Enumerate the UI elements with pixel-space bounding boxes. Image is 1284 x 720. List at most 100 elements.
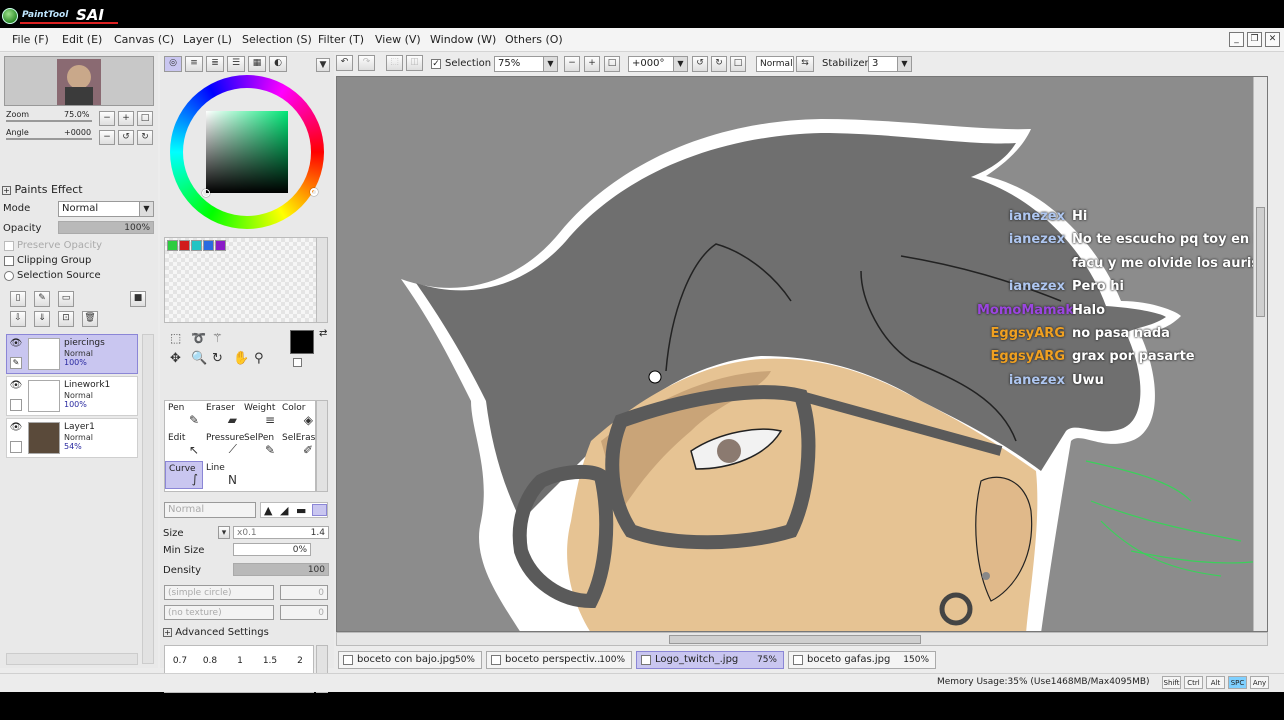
clear-layer-button[interactable]: ⊡ xyxy=(58,311,74,327)
edit-lock-icon[interactable] xyxy=(10,399,22,411)
h-scroll-thumb[interactable] xyxy=(669,635,921,644)
zoom-in-button[interactable]: + xyxy=(584,56,600,72)
eyedropper-icon[interactable]: ⚲ xyxy=(254,351,264,366)
layer-mask-button[interactable]: ■ xyxy=(130,291,146,307)
nav-rotate-right-button[interactable]: ↻ xyxy=(137,130,153,145)
redo-button[interactable]: ↷ xyxy=(358,55,375,71)
menu-window[interactable]: Window (W) xyxy=(430,33,496,46)
tool-weight[interactable]: Weight ≡ xyxy=(241,401,279,429)
saturation-value-square[interactable] xyxy=(206,111,288,193)
color-swatch[interactable] xyxy=(167,240,178,251)
swap-colors-icon[interactable]: ⇄ xyxy=(319,328,327,339)
new-linework-layer-button[interactable]: ✎ xyxy=(34,291,50,307)
restore-button[interactable]: ❐ xyxy=(1247,32,1262,47)
color-swatch[interactable] xyxy=(191,240,202,251)
doc-tab-boceto-gafas[interactable]: boceto gafas.jpg 150% xyxy=(788,651,936,669)
invert-selection-button[interactable]: ◫ xyxy=(406,55,423,71)
layer-row-linework1[interactable]: 👁 Linework1 Normal 100% xyxy=(6,376,138,416)
delete-layer-button[interactable]: 🗑 xyxy=(82,311,98,327)
color-wheel[interactable] xyxy=(170,75,324,229)
selection-checkbox[interactable]: ✓ xyxy=(431,59,441,69)
brush-texture-select[interactable]: (no texture) xyxy=(164,605,274,620)
clipping-group-checkbox[interactable] xyxy=(4,256,14,266)
magic-wand-icon[interactable]: ⚚ xyxy=(212,331,223,345)
rect-select-icon[interactable]: ⬚ xyxy=(170,331,181,345)
transfer-down-button[interactable]: ⇩ xyxy=(10,311,26,327)
tint-slider-tab[interactable]: ☰ xyxy=(227,56,245,72)
brush-shape-selector[interactable]: ▲ ◢ ▬ xyxy=(260,502,328,518)
rotate-ccw-button[interactable]: ↺ xyxy=(692,56,708,72)
brush-texture-amount[interactable]: 0 xyxy=(280,605,328,620)
doc-tab-logo-twitch[interactable]: Logo_twitch_.jpg 75% xyxy=(636,651,784,669)
blend-mode-select[interactable]: Normal ▼ xyxy=(58,201,154,217)
color-swatch[interactable] xyxy=(179,240,190,251)
tool-eraser[interactable]: Eraser ▰ xyxy=(203,401,241,429)
menu-layer[interactable]: Layer (L) xyxy=(183,33,232,46)
hue-marker[interactable] xyxy=(310,188,318,196)
menu-edit[interactable]: Edit (E) xyxy=(62,33,102,46)
tool-scrollbar[interactable] xyxy=(316,400,328,492)
canvas-area[interactable]: ianezex Hi ianezex No te escucho pq toy en … xyxy=(336,76,1268,632)
rotate-reset-button[interactable]: □ xyxy=(730,56,746,72)
opacity-slider[interactable]: 100% xyxy=(58,221,154,234)
edit-lock-icon[interactable]: ✎ xyxy=(10,357,22,369)
menu-view[interactable]: View (V) xyxy=(375,33,421,46)
v-scroll-thumb[interactable] xyxy=(1256,207,1265,317)
zoom-out-button[interactable]: − xyxy=(564,56,580,72)
rotate-cw-button[interactable]: ↻ xyxy=(711,56,727,72)
tool-color[interactable]: Color ◈ xyxy=(279,401,317,429)
size-slider[interactable]: x0.1 1.4 xyxy=(233,526,329,539)
deselect-button[interactable]: ⬚ xyxy=(386,55,403,71)
nav-reset-button[interactable]: − xyxy=(99,130,115,145)
sv-marker[interactable] xyxy=(202,189,210,197)
shape-soft-icon[interactable]: ▬ xyxy=(296,504,306,517)
tool-line[interactable]: Line N xyxy=(203,461,241,489)
canvas-v-scrollbar[interactable] xyxy=(1253,77,1267,631)
size-mult-button[interactable]: ▾ xyxy=(218,526,230,539)
view-mode-select[interactable]: Normal xyxy=(756,56,794,72)
menu-others[interactable]: Others (O) xyxy=(505,33,563,46)
brush-mode-select[interactable]: Normal xyxy=(164,502,256,518)
paint-effect-header[interactable]: + Paints Effect xyxy=(2,183,83,196)
tool-selpen[interactable]: SelPen ✎ xyxy=(241,431,279,459)
tool-edit[interactable]: Edit ↖ xyxy=(165,431,203,459)
rotation-select[interactable]: +000° ▼ xyxy=(628,56,688,72)
swatches-tab[interactable]: ▦ xyxy=(248,56,266,72)
color-swatch[interactable] xyxy=(203,240,214,251)
tool-pressure[interactable]: Pressure ⟋ xyxy=(203,431,244,459)
flip-view-button[interactable]: ⇆ xyxy=(796,56,814,72)
nav-angle-slider[interactable] xyxy=(6,138,92,140)
new-folder-button[interactable]: ▭ xyxy=(58,291,74,307)
scratchpad-tab[interactable]: ◐ xyxy=(269,56,287,72)
move-icon[interactable]: ✥ xyxy=(170,351,181,366)
nav-zoom-slider[interactable] xyxy=(6,120,92,122)
menu-selection[interactable]: Selection (S) xyxy=(242,33,312,46)
menu-canvas[interactable]: Canvas (C) xyxy=(114,33,174,46)
edit-lock-icon[interactable] xyxy=(10,441,22,453)
nav-zoom-in-button[interactable]: + xyxy=(118,111,134,126)
color-swatch[interactable] xyxy=(215,240,226,251)
primary-color-swatch[interactable] xyxy=(290,330,314,354)
brush-shape-amount[interactable]: 0 xyxy=(280,585,328,600)
density-slider[interactable]: 100 xyxy=(233,563,329,576)
layer-row-layer1[interactable]: 👁 Layer1 Normal 54% xyxy=(6,418,138,458)
brush-shape-select[interactable]: (simple circle) xyxy=(164,585,274,600)
layer-scrollbar[interactable] xyxy=(142,334,154,664)
zoom-icon[interactable]: 🔍 xyxy=(191,351,207,366)
rgb-slider-tab[interactable]: ≡ xyxy=(185,56,203,72)
undo-button[interactable]: ↶ xyxy=(336,55,353,71)
transparent-color-icon[interactable] xyxy=(293,358,302,367)
rotate-icon[interactable]: ↻ xyxy=(212,351,223,366)
lasso-icon[interactable]: ➰ xyxy=(191,331,206,345)
layer-row-piercings[interactable]: 👁 ✎ piercings Normal 100% xyxy=(6,334,138,374)
merge-down-button[interactable]: ⇓ xyxy=(34,311,50,327)
color-wheel-tab[interactable]: ◎ xyxy=(164,56,182,72)
canvas-h-scrollbar[interactable] xyxy=(336,632,1268,646)
tool-pen[interactable]: Pen ✎ xyxy=(165,401,203,429)
menu-filter[interactable]: Filter (T) xyxy=(318,33,364,46)
selection-source-radio[interactable] xyxy=(4,271,14,281)
swatch-grid[interactable] xyxy=(164,237,318,323)
stabilizer-select[interactable]: 3 ▼ xyxy=(868,56,912,72)
nav-zoom-out-button[interactable]: − xyxy=(99,111,115,126)
hsv-slider-tab[interactable]: ≣ xyxy=(206,56,224,72)
